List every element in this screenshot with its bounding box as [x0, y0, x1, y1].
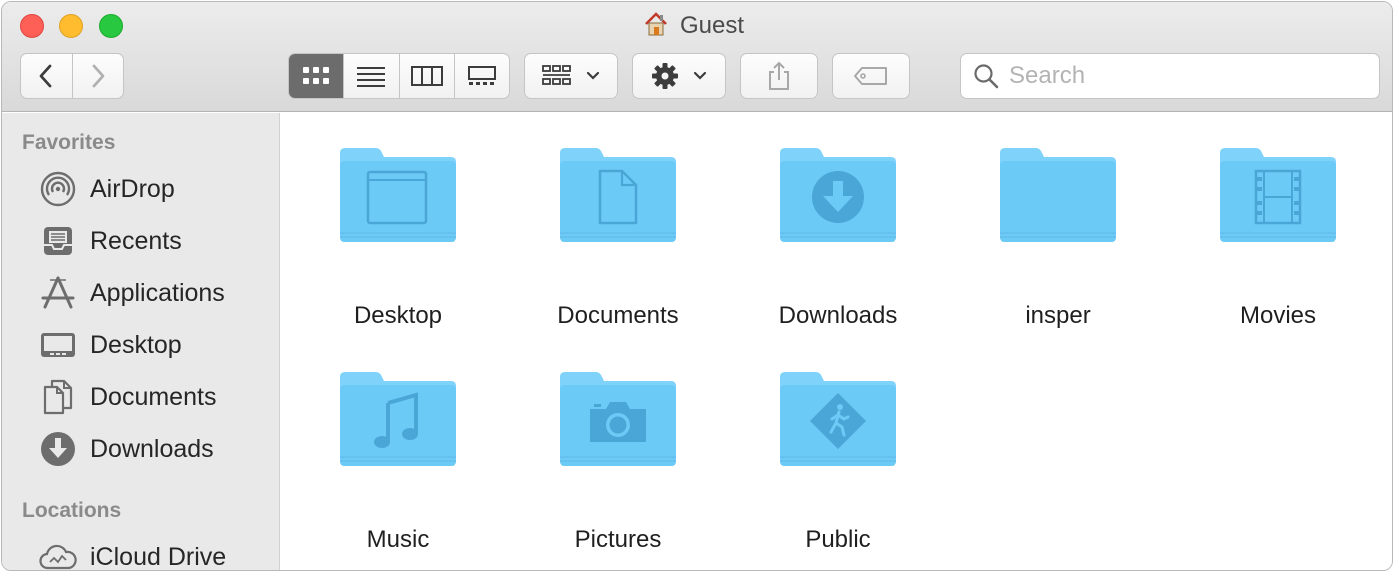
recents-icon — [39, 222, 77, 260]
forward-button[interactable] — [71, 54, 124, 98]
sidebar-item-label: Documents — [90, 382, 217, 411]
chevron-right-icon — [92, 64, 105, 88]
gallery-view-button[interactable] — [453, 54, 509, 98]
close-button[interactable] — [20, 14, 44, 38]
sidebar-item-label: Applications — [90, 278, 225, 307]
folder-label: Movies — [1239, 302, 1317, 329]
documents-icon — [39, 378, 77, 416]
desktop-icon — [39, 326, 77, 364]
folder-item-desktop[interactable]: Desktop — [298, 145, 498, 345]
folder-label: insper — [1025, 302, 1091, 329]
gallery-view-icon — [467, 66, 496, 85]
folder-label: Desktop — [353, 302, 443, 329]
folder-item-insper[interactable]: insper — [958, 145, 1158, 345]
sidebar-item-desktop[interactable]: Desktop — [39, 325, 182, 365]
sidebar-item-label: Downloads — [90, 434, 214, 463]
icon-view-button[interactable] — [289, 54, 344, 98]
chevron-left-icon — [39, 64, 52, 88]
downloads-icon — [39, 430, 77, 468]
sidebar-item-icloud-drive[interactable]: iCloud Drive — [39, 537, 227, 571]
folder-label: Music — [366, 526, 430, 553]
folder-item-documents[interactable]: Documents — [518, 145, 718, 345]
folder-label: Documents — [557, 302, 679, 329]
icloud-icon — [39, 538, 77, 570]
navigation-buttons — [20, 53, 124, 99]
file-grid: Desktop Documents Downloads insper Movie… — [281, 113, 1392, 570]
search-input[interactable]: Search — [1009, 62, 1085, 90]
list-view-button[interactable] — [343, 54, 398, 98]
desktop-folder-icon — [340, 148, 456, 242]
public-folder-icon — [780, 372, 896, 466]
airdrop-icon — [39, 170, 77, 208]
view-mode-control — [288, 53, 510, 99]
window-title-text: Guest — [680, 12, 745, 39]
sidebar-item-airdrop[interactable]: AirDrop — [39, 169, 175, 209]
downloads-folder-icon — [780, 148, 896, 242]
sidebar-heading-favorites: Favorites — [22, 131, 116, 154]
pictures-folder-icon — [560, 372, 676, 466]
minimize-button[interactable] — [59, 14, 83, 38]
sidebar-item-applications[interactable]: Applications — [39, 273, 225, 313]
group-by-button[interactable] — [524, 53, 618, 99]
folder-item-movies[interactable]: Movies — [1178, 145, 1378, 345]
chevron-down-icon — [586, 71, 600, 80]
search-field[interactable]: Search — [960, 53, 1380, 99]
tags-button[interactable] — [832, 53, 910, 99]
back-button[interactable] — [21, 54, 72, 98]
sidebar-item-documents[interactable]: Documents — [39, 377, 216, 417]
plain-folder-icon — [1000, 148, 1116, 242]
action-button[interactable] — [632, 53, 726, 99]
finder-window: Guest Search Favorites AirDrop Recents A… — [1, 1, 1393, 571]
list-view-icon — [357, 67, 386, 87]
home-icon — [642, 10, 670, 43]
group-by-icon — [542, 65, 571, 85]
toolbar: Guest Search — [2, 2, 1392, 112]
sidebar-item-recents[interactable]: Recents — [39, 221, 182, 261]
chevron-down-icon — [693, 71, 707, 80]
icon-view-icon — [303, 67, 330, 84]
column-view-icon — [410, 66, 443, 86]
folder-item-downloads[interactable]: Downloads — [738, 145, 938, 345]
movies-folder-icon — [1220, 148, 1336, 242]
folder-label: Public — [805, 526, 871, 553]
folder-item-public[interactable]: Public — [738, 369, 938, 569]
window-title: Guest — [642, 11, 744, 41]
sidebar-heading-locations: Locations — [22, 499, 122, 522]
folder-item-pictures[interactable]: Pictures — [518, 369, 718, 569]
sidebar-item-downloads[interactable]: Downloads — [39, 429, 214, 469]
column-view-button[interactable] — [398, 54, 454, 98]
zoom-button[interactable] — [99, 14, 123, 38]
tag-icon — [854, 67, 887, 85]
sidebar: Favorites AirDrop Recents Applications D… — [2, 113, 280, 571]
folder-label: Downloads — [778, 302, 898, 329]
gear-icon — [652, 63, 678, 89]
applications-icon — [39, 274, 77, 312]
music-folder-icon — [340, 372, 456, 466]
search-icon — [974, 64, 999, 89]
sidebar-item-label: iCloud Drive — [90, 542, 227, 571]
documents-folder-icon — [560, 148, 676, 242]
sidebar-item-label: AirDrop — [90, 174, 175, 203]
folder-label: Pictures — [574, 526, 662, 553]
share-icon — [769, 61, 789, 90]
share-button[interactable] — [740, 53, 818, 99]
sidebar-item-label: Desktop — [90, 330, 182, 359]
sidebar-item-label: Recents — [90, 226, 182, 255]
folder-item-music[interactable]: Music — [298, 369, 498, 569]
